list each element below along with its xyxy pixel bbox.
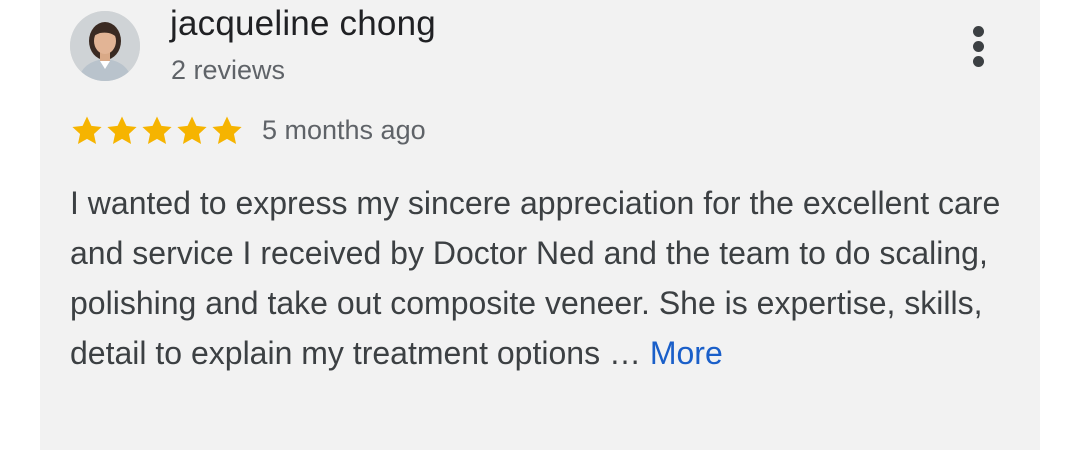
star-icon [212, 116, 242, 145]
star-icon [72, 116, 102, 145]
review-text-content: I wanted to express my sincere appreciat… [70, 185, 1001, 371]
star-icon [177, 116, 207, 145]
star-rating [70, 114, 245, 148]
more-vert-icon [973, 26, 984, 37]
review-time: 5 months ago [262, 115, 426, 145]
more-options-button[interactable] [960, 22, 996, 72]
more-vert-icon-dot [973, 56, 984, 67]
more-link[interactable]: More [650, 335, 723, 371]
star-icon [107, 116, 137, 145]
star-icon [142, 116, 172, 145]
review-card: jacqueline chong 2 reviews 5 months ago … [40, 0, 1040, 450]
review-count: 2 reviews [171, 55, 286, 85]
avatar[interactable] [70, 11, 140, 81]
review-text: I wanted to express my sincere appreciat… [70, 178, 1020, 378]
more-vert-icon-dot [973, 41, 984, 52]
author-name[interactable]: jacqueline chong [170, 4, 436, 44]
